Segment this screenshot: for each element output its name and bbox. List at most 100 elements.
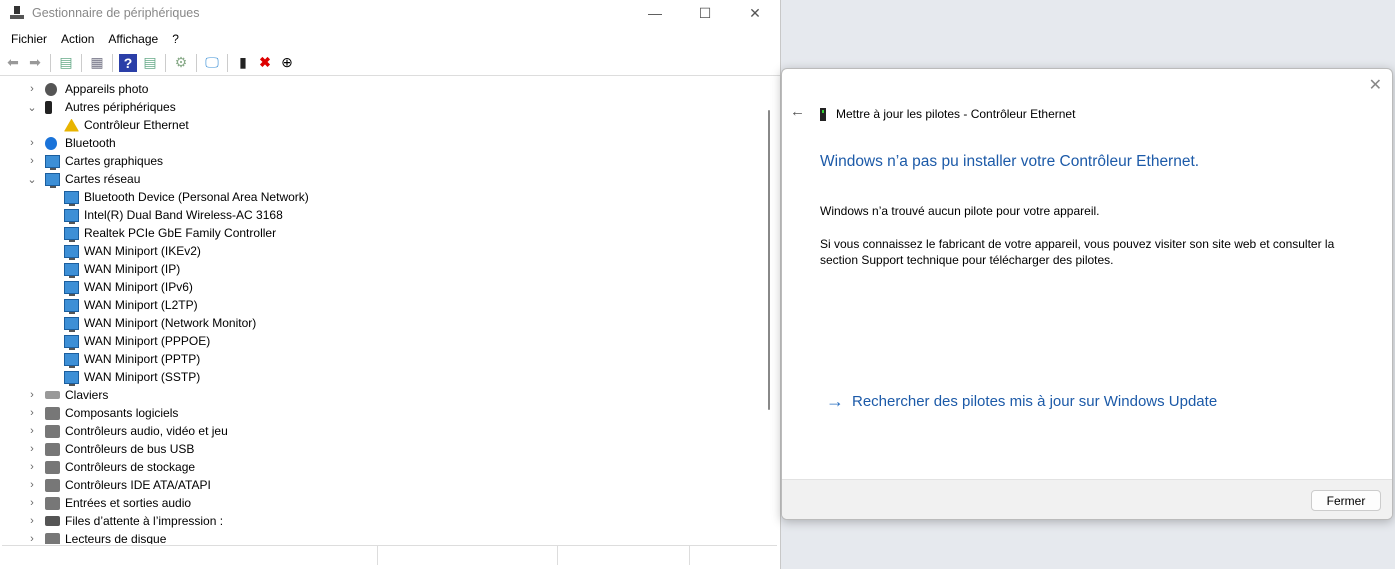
usb-icon bbox=[45, 442, 60, 456]
maximize-button[interactable]: ☐ bbox=[680, 0, 730, 26]
tree-item[interactable]: WAN Miniport (SSTP) bbox=[4, 368, 764, 386]
tree-item[interactable]: › Contrôleurs audio, vidéo et jeu bbox=[4, 422, 764, 440]
menu-help[interactable]: ? bbox=[165, 32, 186, 46]
dialog-close-icon[interactable]: ✕ bbox=[1369, 75, 1382, 95]
dialog-header-text: Mettre à jour les pilotes - Contrôleur E… bbox=[836, 107, 1076, 121]
tree-item[interactable]: Realtek PCIe GbE Family Controller bbox=[4, 224, 764, 242]
tree-item[interactable]: › Composants logiciels bbox=[4, 404, 764, 422]
speaker-icon bbox=[45, 496, 60, 510]
tree-item-label: WAN Miniport (PPTP) bbox=[84, 352, 201, 366]
tree-item[interactable]: WAN Miniport (Network Monitor) bbox=[4, 314, 764, 332]
chevron-right-icon[interactable]: › bbox=[26, 533, 38, 544]
tree-item[interactable]: ⌄ Cartes réseau bbox=[4, 170, 764, 188]
camera-icon bbox=[45, 82, 57, 96]
tree-item[interactable]: › Contrôleurs de bus USB bbox=[4, 440, 764, 458]
window-title: Gestionnaire de périphériques bbox=[32, 6, 200, 20]
chevron-right-icon[interactable]: › bbox=[26, 443, 38, 455]
toolbar: ⬅ ➡ ▤ ▦ ? ▤ ⚙ 🖵 ▮ ✖ ⊕ bbox=[0, 50, 780, 76]
menu-fichier[interactable]: Fichier bbox=[4, 32, 54, 46]
vertical-scrollbar[interactable] bbox=[765, 80, 773, 544]
network-adapter-icon bbox=[64, 244, 79, 260]
tree-item[interactable]: › Contrôleurs de stockage bbox=[4, 458, 764, 476]
tree-item[interactable]: WAN Miniport (IP) bbox=[4, 260, 764, 278]
dialog-title: Windows n’a pas pu installer votre Contr… bbox=[820, 153, 1200, 170]
properties-icon[interactable]: ▦ bbox=[88, 54, 106, 72]
tree-item[interactable]: WAN Miniport (L2TP) bbox=[4, 296, 764, 314]
tree-item-label: Contrôleur Ethernet bbox=[84, 118, 189, 132]
ide-icon bbox=[45, 478, 60, 492]
tree-item[interactable]: › Claviers bbox=[4, 386, 764, 404]
tree-item-label: WAN Miniport (SSTP) bbox=[84, 370, 201, 384]
tree-item-label: Contrôleurs de bus USB bbox=[65, 442, 195, 456]
disk-icon bbox=[45, 532, 60, 544]
tree-item[interactable]: › Entrées et sorties audio bbox=[4, 494, 764, 512]
dialog-support-text: Si vous connaissez le fabricant de votre… bbox=[820, 237, 1335, 267]
printer-icon bbox=[45, 516, 60, 526]
tree-item[interactable]: WAN Miniport (IKEv2) bbox=[4, 242, 764, 260]
tree-item[interactable]: Intel(R) Dual Band Wireless-AC 3168 bbox=[4, 206, 764, 224]
close-dialog-button[interactable]: Fermer bbox=[1311, 490, 1381, 511]
software-component-icon bbox=[45, 406, 60, 420]
tree-item[interactable]: › Cartes graphiques bbox=[4, 152, 764, 170]
network-adapter-icon bbox=[64, 208, 79, 224]
device-manager-window: Gestionnaire de périphériques — ☐ ✕ Fich… bbox=[0, 0, 781, 569]
action-pane-icon[interactable]: ▤ bbox=[141, 54, 159, 72]
device-manager-icon bbox=[10, 6, 24, 20]
tree-item-label: Claviers bbox=[65, 388, 109, 402]
back-icon[interactable]: ⬅ bbox=[4, 54, 22, 72]
tree-item[interactable]: Bluetooth Device (Personal Area Network) bbox=[4, 188, 764, 206]
enable-device-icon[interactable]: ▮ bbox=[234, 54, 252, 72]
scan-hardware-icon[interactable]: 🖵 bbox=[203, 54, 221, 72]
tree-item[interactable]: › Appareils photo bbox=[4, 80, 764, 98]
tree-item-label: WAN Miniport (IPv6) bbox=[84, 280, 193, 294]
tree-item[interactable]: WAN Miniport (IPv6) bbox=[4, 278, 764, 296]
chevron-right-icon[interactable]: › bbox=[26, 461, 38, 473]
chevron-right-icon[interactable]: › bbox=[26, 83, 38, 95]
windows-update-link[interactable]: → Rechercher des pilotes mis à jour sur … bbox=[826, 391, 1217, 412]
chevron-right-icon[interactable]: › bbox=[26, 497, 38, 509]
tree-item[interactable]: › Bluetooth bbox=[4, 134, 764, 152]
tree-item-label: Cartes réseau bbox=[65, 172, 141, 186]
forward-icon[interactable]: ➡ bbox=[26, 54, 44, 72]
close-button[interactable]: ✕ bbox=[730, 0, 780, 26]
chevron-right-icon[interactable]: › bbox=[26, 137, 38, 149]
tree-item[interactable]: ⌄ Autres périphériques bbox=[4, 98, 764, 116]
network-adapter-icon bbox=[45, 172, 60, 188]
menu-affichage[interactable]: Affichage bbox=[101, 32, 165, 46]
chevron-right-icon[interactable]: › bbox=[26, 479, 38, 491]
tree-item-label: Contrôleurs de stockage bbox=[65, 460, 196, 474]
chevron-right-icon[interactable]: › bbox=[26, 425, 38, 437]
tree-item[interactable]: Contrôleur Ethernet bbox=[4, 116, 764, 134]
help-icon[interactable]: ? bbox=[119, 53, 137, 72]
chevron-down-icon[interactable]: ⌄ bbox=[26, 101, 38, 114]
tree-item-label: Lecteurs de disque bbox=[65, 532, 167, 544]
minimize-button[interactable]: — bbox=[630, 0, 680, 26]
tree-item[interactable]: › Lecteurs de disque bbox=[4, 530, 764, 544]
update-driver-icon[interactable]: ⚙ bbox=[172, 54, 190, 72]
windows-update-link-text[interactable]: Rechercher des pilotes mis à jour sur Wi… bbox=[852, 393, 1217, 410]
chevron-right-icon[interactable]: › bbox=[26, 515, 38, 527]
menu-action[interactable]: Action bbox=[54, 32, 101, 46]
storage-icon bbox=[45, 460, 60, 474]
disable-device-icon[interactable]: ⊕ bbox=[278, 54, 296, 72]
tree-item[interactable]: › Contrôleurs IDE ATA/ATAPI bbox=[4, 476, 764, 494]
tree-item[interactable]: › Files d’attente à l’impression : bbox=[4, 512, 764, 530]
tree-item-label: Appareils photo bbox=[65, 82, 149, 96]
keyboard-icon bbox=[45, 391, 60, 399]
chevron-right-icon[interactable]: › bbox=[26, 407, 38, 419]
tree-item-label: WAN Miniport (L2TP) bbox=[84, 298, 198, 312]
chevron-right-icon[interactable]: › bbox=[26, 155, 38, 167]
dialog-footer: Fermer bbox=[782, 479, 1392, 519]
back-arrow-icon[interactable]: ← bbox=[790, 103, 805, 120]
tree-item-label: Contrôleurs audio, vidéo et jeu bbox=[65, 424, 228, 438]
chevron-right-icon[interactable]: › bbox=[26, 389, 38, 401]
arrow-right-icon: → bbox=[826, 391, 844, 411]
tree-item-label: WAN Miniport (Network Monitor) bbox=[84, 316, 257, 330]
tree-item-label: WAN Miniport (IP) bbox=[84, 262, 181, 276]
tree-item-label: Bluetooth Device (Personal Area Network) bbox=[84, 190, 309, 204]
tree-item[interactable]: WAN Miniport (PPTP) bbox=[4, 350, 764, 368]
uninstall-icon[interactable]: ✖ bbox=[256, 54, 274, 72]
tree-item[interactable]: WAN Miniport (PPPOE) bbox=[4, 332, 764, 350]
show-hide-console-tree-icon[interactable]: ▤ bbox=[57, 54, 75, 72]
chevron-down-icon[interactable]: ⌄ bbox=[26, 173, 38, 186]
